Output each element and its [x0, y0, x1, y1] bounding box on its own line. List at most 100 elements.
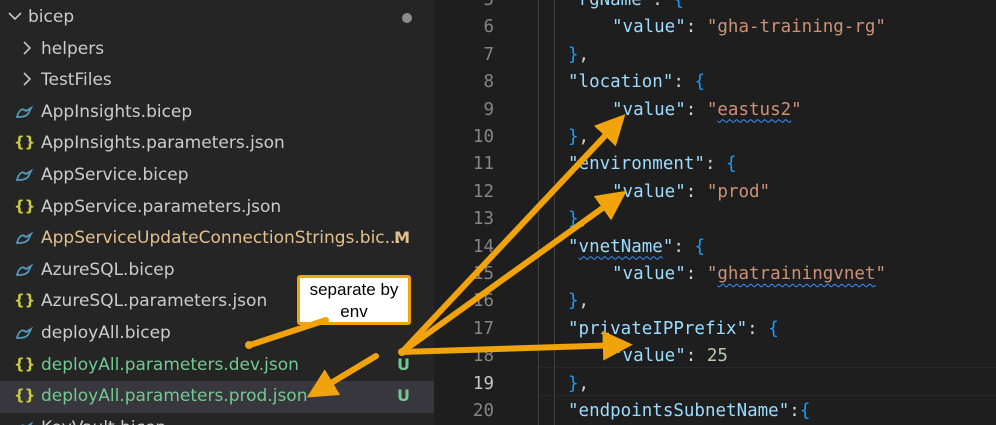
code-line[interactable]: 8 "location": { — [434, 69, 996, 96]
tree-item[interactable]: {} AppInsights.parameters.json — [0, 128, 434, 160]
code-token: , — [578, 44, 590, 65]
chevron-right-icon[interactable] — [20, 38, 34, 58]
line-number: 18 — [472, 346, 494, 367]
code-line[interactable]: 12 "value": "prod" — [434, 179, 996, 206]
bicep-file-icon — [14, 323, 34, 343]
json-file-icon: {} — [14, 196, 36, 215]
git-status-badge: U — [397, 354, 410, 374]
code-token: , — [578, 209, 590, 230]
code-token: , — [578, 127, 590, 147]
code-text: "endpointsSubnetName":{ — [568, 401, 810, 421]
tree-item-label: KeyVault.bicep — [41, 418, 166, 425]
tree-item[interactable]: {} deployAll.parameters.prod.json U — [0, 381, 434, 413]
code-token: } — [568, 44, 579, 65]
code-token: } — [568, 291, 579, 312]
code-token: } — [568, 127, 579, 147]
json-file-icon: {} — [14, 133, 36, 152]
tree-item-label: AppService.bicep — [41, 165, 189, 185]
tree-item[interactable]: helpers — [0, 34, 434, 66]
git-status-badge: M — [394, 228, 410, 248]
code-token: "value" — [612, 99, 686, 120]
code-token: : — [704, 154, 727, 175]
code-line[interactable]: 19}, — [434, 371, 996, 398]
code-token: : — [685, 264, 707, 284]
code-token: eastus2 — [717, 99, 792, 120]
tree-item[interactable]: AppServiceUpdateConnectionStrings.bic...… — [0, 223, 434, 255]
code-line[interactable]: 15 "value": "ghatrainingvnet" — [434, 261, 996, 288]
tree-item[interactable]: AppService.bicep — [0, 160, 434, 192]
code-text: "value": "prod" — [612, 182, 770, 202]
tree-item-label: deployAll.parameters.dev.json — [41, 354, 299, 375]
code-line[interactable]: 16}, — [434, 288, 996, 315]
code-text: "value": "gha-training-rg" — [612, 17, 886, 37]
code-token: "prod" — [706, 181, 771, 202]
code-line[interactable]: 14 "vnetName": { — [434, 234, 996, 261]
line-number: 10 — [472, 127, 494, 147]
code-text: "vnetName": { — [568, 237, 705, 257]
tree-item-label: deployAll.bicep — [41, 323, 171, 343]
line-number: 7 — [483, 44, 494, 65]
tree-item-label: helpers — [41, 38, 105, 59]
code-token: } — [568, 373, 579, 394]
folder-label: bicep — [28, 7, 75, 27]
explorer-pane: bicep helpers TestFiles AppInsights.bicep {… — [0, 0, 434, 425]
code-line[interactable]: 18 "value": 25 — [434, 343, 996, 370]
code-token: { — [694, 72, 705, 93]
code-line[interactable]: 20 "endpointsSubnetName":{ — [434, 398, 996, 425]
code-token: "value" — [612, 17, 686, 38]
code-token: : — [747, 318, 769, 339]
code-token: : — [673, 236, 695, 257]
json-file-icon: {} — [14, 386, 36, 405]
tree-item-label: TestFiles — [41, 70, 112, 91]
line-number: 13 — [472, 209, 494, 230]
code-text: "value": "ghatrainingvnet" — [612, 264, 886, 284]
code-line[interactable]: 10}, — [434, 124, 996, 151]
line-number: 20 — [472, 401, 494, 421]
tree-item[interactable]: TestFiles — [0, 65, 434, 97]
code-text: }, — [568, 127, 589, 147]
code-token: " — [568, 236, 579, 257]
code-line[interactable]: 11 "environment": { — [434, 151, 996, 178]
git-status-badge: U — [397, 386, 410, 406]
folder-bicep[interactable]: bicep — [0, 2, 434, 34]
code-token: : — [789, 401, 800, 421]
annotation-callout: separate by env — [297, 275, 411, 325]
line-number: 15 — [472, 264, 494, 284]
code-token: , — [578, 373, 590, 394]
code-token: , — [578, 291, 590, 312]
code-line[interactable]: 17 "privateIPPrefix": { — [434, 316, 996, 343]
chevron-right-icon[interactable] — [20, 69, 34, 89]
code-line[interactable]: 6 "value": "gha-training-rg" — [434, 14, 996, 41]
tree-item-label: AzureSQL.parameters.json — [41, 291, 268, 312]
tree-item-label: AppInsights.parameters.json — [41, 133, 285, 154]
code-token: : — [652, 0, 674, 10]
code-text: "value": "eastus2" — [612, 100, 802, 120]
code-line[interactable]: 5 "rgName": { — [434, 0, 996, 14]
json-file-icon: {} — [14, 354, 36, 373]
tree-item[interactable]: AppInsights.bicep — [0, 97, 434, 129]
bicep-file-icon — [14, 418, 34, 425]
tree-item[interactable]: {} AppService.parameters.json — [0, 192, 434, 224]
tree-item[interactable]: {} deployAll.parameters.dev.json U — [0, 350, 434, 382]
code-token: : — [685, 99, 707, 120]
code-line[interactable]: 7}, — [434, 42, 996, 69]
code-token: "gha-training-rg" — [706, 17, 886, 38]
code-line[interactable]: 9 "value": "eastus2" — [434, 97, 996, 124]
code-token: vnetName — [578, 236, 663, 257]
tree-item-label: AppService.parameters.json — [41, 196, 282, 217]
code-token: " — [706, 99, 718, 120]
code-line[interactable]: 13}, — [434, 206, 996, 233]
chevron-down-icon[interactable] — [8, 6, 22, 26]
code-token: " — [662, 236, 674, 257]
modified-dot-icon — [402, 13, 412, 23]
line-number: 12 — [472, 181, 494, 202]
code-text: "environment": { — [568, 154, 737, 174]
code-token: "value" — [612, 264, 686, 284]
code-token: { — [673, 0, 684, 10]
code-editor[interactable]: 5 "rgName": {6 "value": "gha-training-rg" 7… — [434, 0, 996, 425]
line-number: 17 — [472, 318, 494, 339]
tree-item[interactable]: KeyVault.bicep — [0, 413, 434, 425]
bicep-file-icon — [14, 165, 34, 185]
code-text: }, — [568, 209, 589, 229]
code-token: ghatrainingvnet — [717, 264, 876, 284]
